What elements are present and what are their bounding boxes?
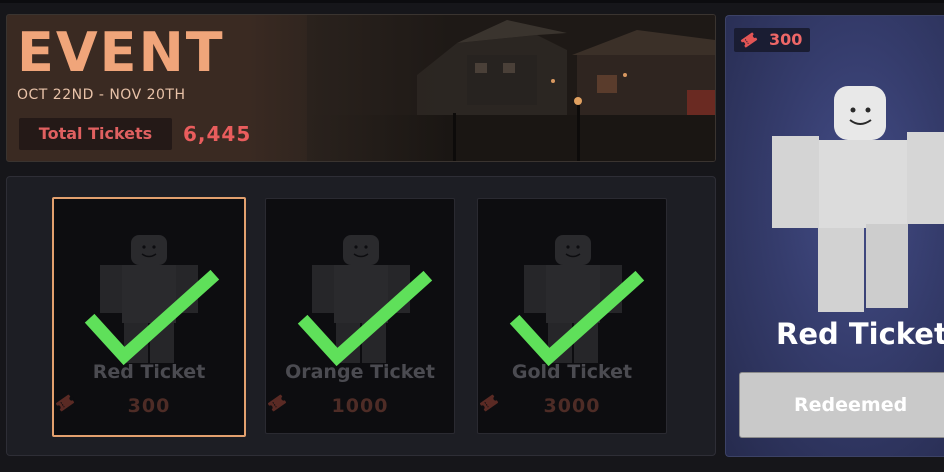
event-dates: OCT 22ND - NOV 20TH — [17, 87, 186, 103]
total-tickets-value: 6,445 — [183, 122, 252, 146]
reward-price: 300 — [54, 393, 244, 419]
reward-price-value: 1000 — [331, 395, 389, 417]
reward-price-value: 300 — [127, 395, 171, 417]
event-scene-image — [307, 15, 715, 161]
checkmark-icon — [297, 270, 433, 367]
reward-detail-panel: 300 Red Ticket Redeemed — [725, 15, 944, 457]
reward-name: Orange Ticket — [285, 361, 435, 383]
total-tickets-label: Total Tickets — [38, 124, 153, 143]
reward-price: 3000 — [478, 393, 666, 419]
event-title: EVENT — [17, 21, 225, 84]
reward-card-orange-ticket[interactable]: Orange Ticket 1000 — [265, 198, 455, 434]
ticket-icon — [267, 394, 287, 412]
reward-card-gold-ticket[interactable]: Gold Ticket 3000 — [477, 198, 667, 434]
ticket-icon — [479, 394, 499, 412]
avatar-preview — [772, 86, 944, 312]
reward-name: Red Ticket — [92, 361, 206, 383]
total-tickets-label-box: Total Tickets — [19, 118, 172, 150]
reward-name: Gold Ticket — [511, 361, 633, 383]
event-banner: EVENT OCT 22ND - NOV 20TH Total Tickets … — [6, 14, 716, 162]
reward-card-red-ticket[interactable]: Red Ticket 300 — [52, 197, 246, 437]
checkmark-icon — [509, 270, 645, 367]
reward-price-value: 3000 — [543, 395, 601, 417]
ticket-icon — [55, 394, 75, 412]
redeem-button[interactable]: Redeemed — [739, 372, 944, 438]
reward-price: 1000 — [266, 393, 454, 419]
top-border — [0, 0, 944, 3]
checkmark-icon — [84, 269, 220, 366]
rewards-panel: Red Ticket 300 Orange Ticket 1000 Gold T… — [6, 176, 716, 456]
detail-item-name: Red Ticket — [776, 317, 944, 351]
